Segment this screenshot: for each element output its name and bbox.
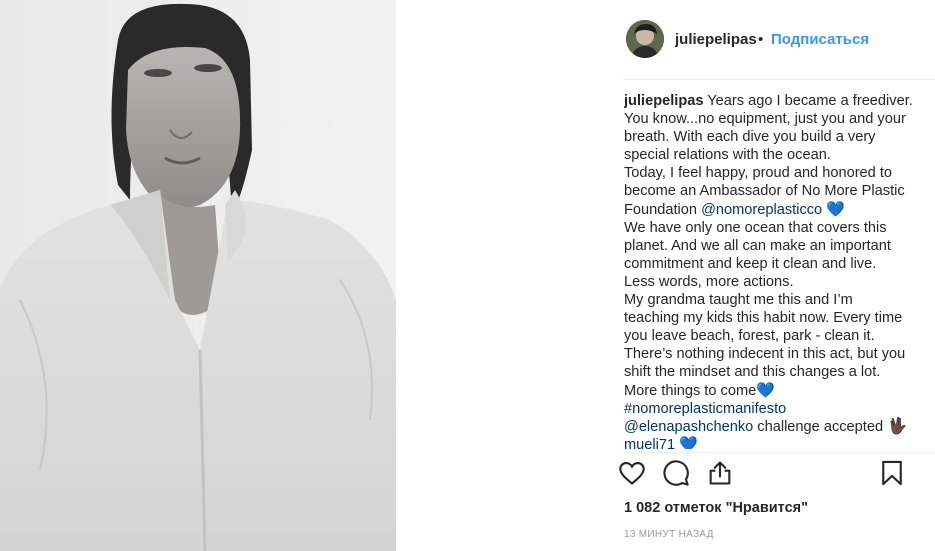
post-header: juliepelipas • Подписаться: [396, 0, 935, 79]
caption-line-13: you leave beach, forest, park - clean it…: [624, 328, 875, 345]
avatar[interactable]: [626, 20, 664, 58]
action-bar: [396, 455, 935, 495]
blue-heart-icon: 💙: [679, 435, 698, 449]
caption-text: challenge accepted: [757, 418, 884, 435]
caption-line-10: Less words, more actions.: [624, 273, 794, 290]
bookmark-icon[interactable]: [878, 459, 906, 487]
heart-outline-icon: [619, 462, 645, 485]
caption-line-1: You know...no equipment, just you and yo…: [624, 111, 906, 128]
share-icon[interactable]: [706, 459, 734, 487]
bookmark-icon: [882, 460, 902, 486]
caption-line-3: special relations with the ocean.: [624, 147, 831, 164]
likes-count[interactable]: 1 082 отметок "Нравится": [624, 500, 808, 516]
caption-text: Years ago I became a freediver.: [707, 93, 913, 109]
hashtag-link[interactable]: #nomoreplasticmanifesto: [624, 400, 924, 418]
caption-line-19: mueli71 💙: [624, 436, 924, 449]
mention-link[interactable]: mueli71: [624, 437, 675, 449]
comment-bubble-icon[interactable]: [662, 459, 690, 487]
caption-line-11: My grandma taught me this and I’m: [624, 292, 853, 309]
actions-divider: [623, 452, 935, 453]
mention-link[interactable]: @nomoreplasticco: [701, 202, 822, 218]
post-timestamp[interactable]: 13 минут назад: [624, 529, 714, 540]
post-sidebar: juliepelipas • Подписаться juliepelipas …: [396, 0, 935, 551]
blue-heart-icon: 💙: [826, 200, 845, 218]
mention-link[interactable]: @elenapashchenko: [624, 419, 753, 435]
caption-line-16: More things to come💙: [624, 382, 924, 400]
caption-line-2: breath. With each dive you build a very: [624, 129, 876, 146]
caption-line-8: planet. And we all can make an important: [624, 237, 891, 254]
caption-line-0: juliepelipas Years ago I became a freedi…: [624, 92, 924, 110]
follow-button[interactable]: Подписаться: [771, 31, 869, 48]
comment-bubble-icon: [663, 460, 689, 486]
caption-line-18: @elenapashchenko challenge accepted 🖖🏿: [624, 418, 924, 436]
caption-line-7: We have only one ocean that covers this: [624, 219, 887, 236]
caption-line-14: There’s nothing indecent in this act, bu…: [624, 346, 906, 363]
caption-line-12: teaching my kids this habit now. Every t…: [624, 310, 903, 327]
portrait-image: [0, 0, 396, 551]
caption-line-4: Today, I feel happy, proud and honored t…: [624, 165, 893, 182]
avatar-image: [626, 20, 664, 58]
caption-line-6: Foundation @nomoreplasticco 💙: [624, 201, 924, 219]
vulcan-salute-icon: 🖖🏿: [887, 417, 908, 435]
caption-text: More things to come: [624, 382, 757, 399]
caption-line-15: shift the mindset and this changes a lot…: [624, 364, 881, 381]
caption-text: Foundation: [624, 201, 698, 218]
caption-username[interactable]: juliepelipas: [624, 93, 703, 109]
header-divider: [623, 79, 935, 80]
caption-line-9: commitment and keep it clean and live.: [624, 255, 877, 272]
header-username[interactable]: juliepelipas: [675, 31, 757, 48]
post-caption: juliepelipas Years ago I became a freedi…: [624, 92, 924, 449]
post-photo[interactable]: [0, 0, 396, 551]
heart-outline-icon[interactable]: [618, 459, 646, 487]
share-icon: [709, 461, 731, 485]
blue-heart-icon: 💙: [756, 381, 775, 399]
separator-dot: •: [758, 31, 764, 48]
caption-line-5: become an Ambassador of No More Plastic: [624, 183, 905, 200]
